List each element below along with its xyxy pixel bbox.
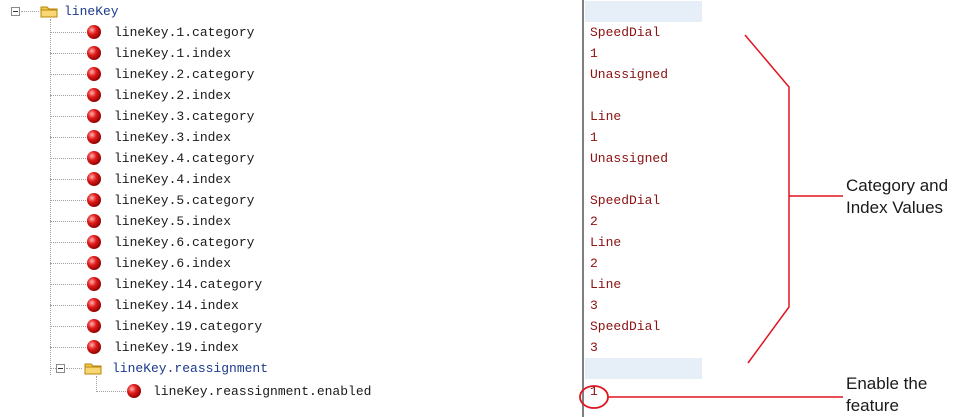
value-cell[interactable]: [585, 358, 702, 379]
setting-value[interactable]: Unassigned: [590, 148, 668, 169]
value-cell[interactable]: [585, 1, 702, 22]
enable-annotation: Enable the feature: [846, 373, 927, 417]
tree-node-setting[interactable]: lineKey.6.category: [114, 232, 254, 253]
category-index-annotation-line2: Index Values: [846, 198, 944, 217]
setting-bullet-icon: [86, 276, 102, 292]
setting-bullet-icon: [86, 45, 102, 61]
tree-node-setting[interactable]: lineKey.4.index: [114, 169, 231, 190]
setting-value[interactable]: SpeedDial: [590, 316, 660, 337]
setting-value[interactable]: 1: [590, 381, 598, 402]
setting-value[interactable]: Unassigned: [590, 64, 668, 85]
tree-connector: [50, 116, 86, 117]
category-index-bracket: [744, 34, 790, 364]
tree-connector: [50, 242, 86, 243]
setting-bullet-icon: [86, 87, 102, 103]
setting-value[interactable]: 1: [590, 43, 598, 64]
category-index-annotation: Category and Index Values: [846, 175, 948, 219]
tree-connector: [50, 53, 86, 54]
tree-connector: [50, 32, 86, 33]
tree-connector: [50, 305, 86, 306]
setting-bullet-icon: [86, 192, 102, 208]
tree-connector: [50, 74, 86, 75]
tree-connector: [50, 179, 86, 180]
setting-bullet-icon: [86, 318, 102, 334]
setting-bullet-icon: [86, 150, 102, 166]
tree-connector: [50, 284, 86, 285]
tree-connector: [50, 221, 86, 222]
folder-icon: [40, 4, 58, 18]
setting-bullet-icon: [86, 171, 102, 187]
tree-connector: [50, 95, 86, 96]
tree-connector: [50, 263, 86, 264]
setting-value[interactable]: SpeedDial: [590, 22, 660, 43]
setting-value[interactable]: 3: [590, 337, 598, 358]
tree-node-setting[interactable]: lineKey.5.category: [114, 190, 254, 211]
tree-node-setting[interactable]: lineKey.3.category: [114, 106, 254, 127]
tree-node-setting[interactable]: lineKey.19.index: [114, 337, 239, 358]
tree-node-setting[interactable]: lineKey.reassignment.enabled: [153, 381, 371, 402]
tree-connector: [50, 347, 86, 348]
tree-connector: [50, 200, 86, 201]
setting-value[interactable]: 2: [590, 253, 598, 274]
tree-node-lineKey[interactable]: lineKey: [64, 1, 119, 22]
tree-connector: [50, 137, 86, 138]
tree-connector: [96, 376, 97, 390]
tree-node-setting[interactable]: lineKey.2.index: [114, 85, 231, 106]
tree-connector: [50, 19, 51, 375]
setting-value[interactable]: Line: [590, 106, 621, 127]
enable-annotation-line1: Enable the: [846, 374, 928, 393]
setting-bullet-icon: [86, 66, 102, 82]
setting-value[interactable]: 2: [590, 211, 598, 232]
tree-node-setting[interactable]: lineKey.1.index: [114, 43, 231, 64]
setting-value[interactable]: Line: [590, 232, 621, 253]
setting-bullet-icon: [86, 339, 102, 355]
collapse-toggle[interactable]: [11, 7, 20, 16]
setting-value[interactable]: SpeedDial: [590, 190, 660, 211]
setting-value[interactable]: 1: [590, 127, 598, 148]
tree-node-setting[interactable]: lineKey.14.index: [114, 295, 239, 316]
tree-connector: [21, 11, 39, 12]
enable-annotation-line2: feature: [846, 396, 899, 415]
tree-node-reassignment[interactable]: lineKey.reassignment: [112, 358, 268, 379]
setting-bullet-icon: [126, 383, 142, 399]
tree-node-setting[interactable]: lineKey.14.category: [114, 274, 262, 295]
tree-connector: [66, 368, 82, 369]
setting-bullet-icon: [86, 213, 102, 229]
tree-node-setting[interactable]: lineKey.3.index: [114, 127, 231, 148]
category-index-annotation-line1: Category and: [846, 176, 949, 195]
tree-connector: [50, 326, 86, 327]
tree-node-setting[interactable]: lineKey.6.index: [114, 253, 231, 274]
tree-node-setting[interactable]: lineKey.5.index: [114, 211, 231, 232]
setting-value[interactable]: Line: [590, 274, 621, 295]
tree-node-setting[interactable]: lineKey.19.category: [114, 316, 262, 337]
tree-node-setting[interactable]: lineKey.4.category: [114, 148, 254, 169]
tree-connector: [96, 391, 126, 392]
setting-bullet-icon: [86, 24, 102, 40]
setting-bullet-icon: [86, 255, 102, 271]
tree-connector: [50, 158, 86, 159]
tree-node-setting[interactable]: lineKey.2.category: [114, 64, 254, 85]
folder-icon: [84, 361, 102, 375]
setting-bullet-icon: [86, 129, 102, 145]
setting-bullet-icon: [86, 234, 102, 250]
setting-value[interactable]: 3: [590, 295, 598, 316]
config-tree: lineKey lineKey.1.category lineKey.1.index…: [0, 0, 585, 417]
setting-bullet-icon: [86, 297, 102, 313]
setting-bullet-icon: [86, 108, 102, 124]
collapse-toggle[interactable]: [56, 364, 65, 373]
tree-node-setting[interactable]: lineKey.1.category: [114, 22, 254, 43]
